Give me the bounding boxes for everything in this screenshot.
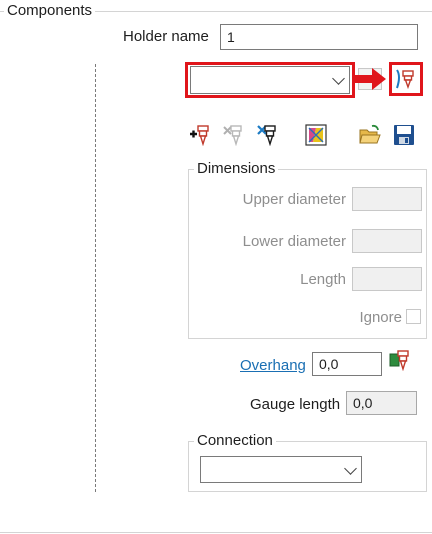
holder-select[interactable] — [190, 66, 350, 94]
dimensions-title: Dimensions — [194, 160, 279, 177]
add-component-icon — [190, 125, 209, 147]
holder-name-label: Holder name — [123, 28, 209, 45]
chevron-down-icon — [332, 72, 345, 85]
gauge-length-field: 0,0 — [346, 391, 417, 415]
overhang-link[interactable]: Overhang — [240, 357, 306, 374]
length-input[interactable] — [352, 267, 422, 291]
shaded-view-button[interactable] — [305, 124, 327, 146]
delete-component-button[interactable] — [222, 124, 244, 147]
ignore-checkbox[interactable] — [406, 309, 421, 324]
connection-select[interactable] — [200, 456, 362, 483]
edit-component-icon — [257, 125, 276, 147]
save-button[interactable] — [393, 124, 415, 146]
holder-name-input[interactable]: 1 — [220, 24, 418, 50]
shaded-view-icon — [305, 124, 327, 146]
overhang-button[interactable] — [389, 349, 411, 372]
open-folder-icon — [359, 124, 381, 144]
overhang-icon — [389, 350, 409, 372]
overhang-input[interactable]: 0,0 — [312, 352, 382, 376]
components-title: Components — [4, 2, 96, 19]
delete-component-icon — [223, 125, 242, 147]
holder-icon — [396, 69, 414, 90]
save-icon — [394, 125, 414, 145]
upper-diameter-label: Upper diameter — [242, 191, 346, 208]
lower-diameter-input[interactable] — [352, 229, 422, 253]
arrow-icon — [354, 68, 386, 90]
gauge-length-label: Gauge length — [250, 396, 341, 413]
open-folder-button[interactable] — [359, 124, 381, 146]
add-component-button[interactable] — [189, 124, 211, 147]
tree-dashed-line — [95, 64, 96, 492]
chevron-down-icon — [344, 461, 357, 475]
upper-diameter-input[interactable] — [352, 187, 422, 211]
length-label: Length — [300, 271, 346, 288]
select-holder-button[interactable] — [395, 68, 417, 90]
lower-diameter-label: Lower diameter — [242, 233, 346, 250]
connection-title: Connection — [194, 432, 276, 449]
ignore-label: Ignore — [359, 309, 402, 326]
edit-component-button[interactable] — [256, 124, 278, 147]
